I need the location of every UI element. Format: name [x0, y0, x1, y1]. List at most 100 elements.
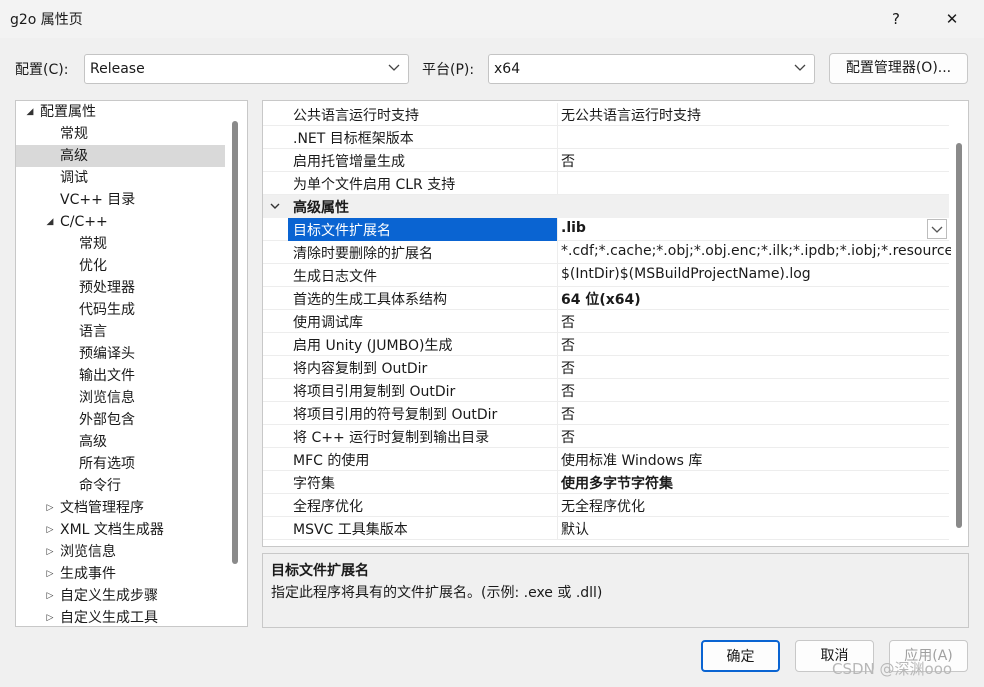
property-row[interactable]: 清除时要删除的扩展名 *.cdf;*.cache;*.obj;*.obj.enc;…	[263, 241, 953, 264]
tree-item[interactable]: ▷ 自定义生成步骤	[16, 585, 225, 607]
tree-item-label: 调试	[60, 170, 88, 186]
property-row[interactable]: 生成日志文件 $(IntDir)$(MSBuildProjectName).log	[263, 264, 949, 287]
column-divider	[557, 333, 558, 356]
tree-item[interactable]: 代码生成	[16, 299, 225, 321]
tree-item[interactable]: 外部包含	[16, 409, 225, 431]
property-grid: 公共语言运行时支持 无公共语言运行时支持 .NET 目标框架版本启用托管增量生成否为…	[262, 100, 969, 547]
property-row[interactable]: MSVC 工具集版本 默认	[263, 517, 949, 540]
property-row[interactable]: 将内容复制到 OutDir 否	[263, 356, 949, 379]
property-row[interactable]: 全程序优化 无全程序优化	[263, 494, 949, 517]
property-value[interactable]: 使用标准 Windows 库	[561, 450, 702, 470]
tree-item-label: 语言	[79, 324, 107, 340]
property-value[interactable]: 否	[561, 312, 575, 332]
tree-item[interactable]: 输出文件	[16, 365, 225, 387]
tree-item-label: XML 文档生成器	[60, 522, 164, 538]
column-divider	[557, 149, 558, 172]
collapse-arrow-icon[interactable]: ◢	[24, 101, 36, 123]
tree-item[interactable]: VC++ 目录	[16, 189, 225, 211]
tree-item-label: 优化	[79, 258, 107, 274]
collapse-chevron-icon[interactable]	[269, 199, 281, 213]
tree-item[interactable]: 常规	[16, 233, 225, 255]
tree-item[interactable]: 调试	[16, 167, 225, 189]
property-row[interactable]: 将 C++ 运行时复制到输出目录 否	[263, 425, 949, 448]
category-tree: ◢ 配置属性 常规 高级 调试 VC++ 目录 ◢ C/C++ 常规 优化 预处理器 代码生成 语言 预编…	[15, 100, 248, 627]
expand-arrow-icon[interactable]: ▷	[44, 607, 56, 626]
property-value[interactable]: 否	[561, 151, 575, 171]
property-row[interactable]: 首选的生成工具体系结构 64 位(x64)	[263, 287, 949, 310]
expand-arrow-icon[interactable]: ▷	[44, 563, 56, 585]
property-value[interactable]: .lib	[561, 220, 586, 236]
tree-item[interactable]: ▷ XML 文档生成器	[16, 519, 225, 541]
tree-item[interactable]: 高级	[16, 145, 225, 167]
property-value[interactable]: 否	[561, 358, 575, 378]
property-row[interactable]: 启用托管增量生成 否	[263, 149, 949, 172]
tree-item[interactable]: 语言	[16, 321, 225, 343]
expand-arrow-icon[interactable]: ▷	[44, 497, 56, 519]
description-title: 目标文件扩展名	[271, 563, 369, 579]
tree-item[interactable]: 所有选项	[16, 453, 225, 475]
column-divider	[557, 402, 558, 425]
property-row[interactable]: 将项目引用复制到 OutDir 否	[263, 379, 949, 402]
tree-item-label: 高级	[60, 148, 88, 164]
property-value[interactable]: 否	[561, 381, 575, 401]
property-name: 使用调试库	[293, 315, 363, 331]
property-row[interactable]: 启用 Unity (JUMBO)生成 否	[263, 333, 949, 356]
tree-item[interactable]: ◢ C/C++	[16, 211, 225, 233]
tree-item-label: 浏览信息	[79, 390, 135, 406]
config-dropdown[interactable]: Release	[84, 54, 409, 84]
property-value[interactable]: 64 位(x64)	[561, 289, 641, 309]
config-manager-button[interactable]: 配置管理器(O)...	[829, 53, 968, 84]
property-row[interactable]: .NET 目标框架版本	[263, 126, 949, 149]
property-value[interactable]: 否	[561, 404, 575, 424]
expand-arrow-icon[interactable]: ▷	[44, 541, 56, 563]
tree-item[interactable]: 预编译头	[16, 343, 225, 365]
grid-scrollbar-thumb[interactable]	[956, 143, 962, 528]
property-name: 将项目引用的符号复制到 OutDir	[293, 407, 498, 423]
tree-item[interactable]: 常规	[16, 123, 225, 145]
property-value[interactable]: 否	[561, 427, 575, 447]
property-row[interactable]: 字符集 使用多字节字符集	[263, 471, 949, 494]
column-divider	[557, 517, 558, 540]
column-divider	[557, 126, 558, 149]
property-row[interactable]: 为单个文件启用 CLR 支持	[263, 172, 949, 195]
expand-arrow-icon[interactable]: ▷	[44, 585, 56, 607]
tree-scrollbar-thumb[interactable]	[232, 121, 238, 564]
tree-item[interactable]: ◢ 配置属性	[16, 101, 225, 123]
column-divider	[557, 494, 558, 517]
column-divider	[557, 287, 558, 310]
tree-item[interactable]: 浏览信息	[16, 387, 225, 409]
tree-item[interactable]: ▷ 生成事件	[16, 563, 225, 585]
collapse-arrow-icon[interactable]: ◢	[44, 211, 56, 233]
column-divider	[557, 379, 558, 402]
category-row[interactable]: 高级属性	[263, 195, 949, 218]
tree-item[interactable]: 高级	[16, 431, 225, 453]
config-value: Release	[90, 61, 145, 77]
property-value[interactable]: 无公共语言运行时支持	[561, 105, 701, 125]
tree-item[interactable]: 预处理器	[16, 277, 225, 299]
expand-arrow-icon[interactable]: ▷	[44, 519, 56, 541]
property-row[interactable]: 公共语言运行时支持 无公共语言运行时支持	[263, 103, 949, 126]
property-value[interactable]: 默认	[561, 519, 589, 539]
tree-item[interactable]: ▷ 浏览信息	[16, 541, 225, 563]
property-value[interactable]: $(IntDir)$(MSBuildProjectName).log	[561, 266, 811, 282]
close-button[interactable]: ✕	[935, 4, 969, 34]
property-value[interactable]: 无全程序优化	[561, 496, 645, 516]
platform-dropdown[interactable]: x64	[488, 54, 815, 84]
ok-button[interactable]: 确定	[701, 640, 780, 672]
property-name: .NET 目标框架版本	[293, 131, 414, 147]
tree-item[interactable]: 优化	[16, 255, 225, 277]
tree-item[interactable]: 命令行	[16, 475, 225, 497]
tree-item-label: 命令行	[79, 478, 121, 494]
property-name: 启用 Unity (JUMBO)生成	[293, 338, 453, 354]
property-value[interactable]: *.cdf;*.cache;*.obj;*.obj.enc;*.ilk;*.ip…	[561, 243, 953, 259]
tree-item[interactable]: ▷ 文档管理程序	[16, 497, 225, 519]
property-row[interactable]: 目标文件扩展名 .lib	[263, 218, 949, 241]
property-row[interactable]: MFC 的使用 使用标准 Windows 库	[263, 448, 949, 471]
property-value[interactable]: 否	[561, 335, 575, 355]
value-dropdown-button[interactable]	[927, 219, 947, 239]
tree-item[interactable]: ▷ 自定义生成工具	[16, 607, 225, 626]
property-row[interactable]: 将项目引用的符号复制到 OutDir 否	[263, 402, 949, 425]
help-button[interactable]: ?	[880, 4, 912, 34]
property-row[interactable]: 使用调试库 否	[263, 310, 949, 333]
property-value[interactable]: 使用多字节字符集	[561, 473, 673, 493]
